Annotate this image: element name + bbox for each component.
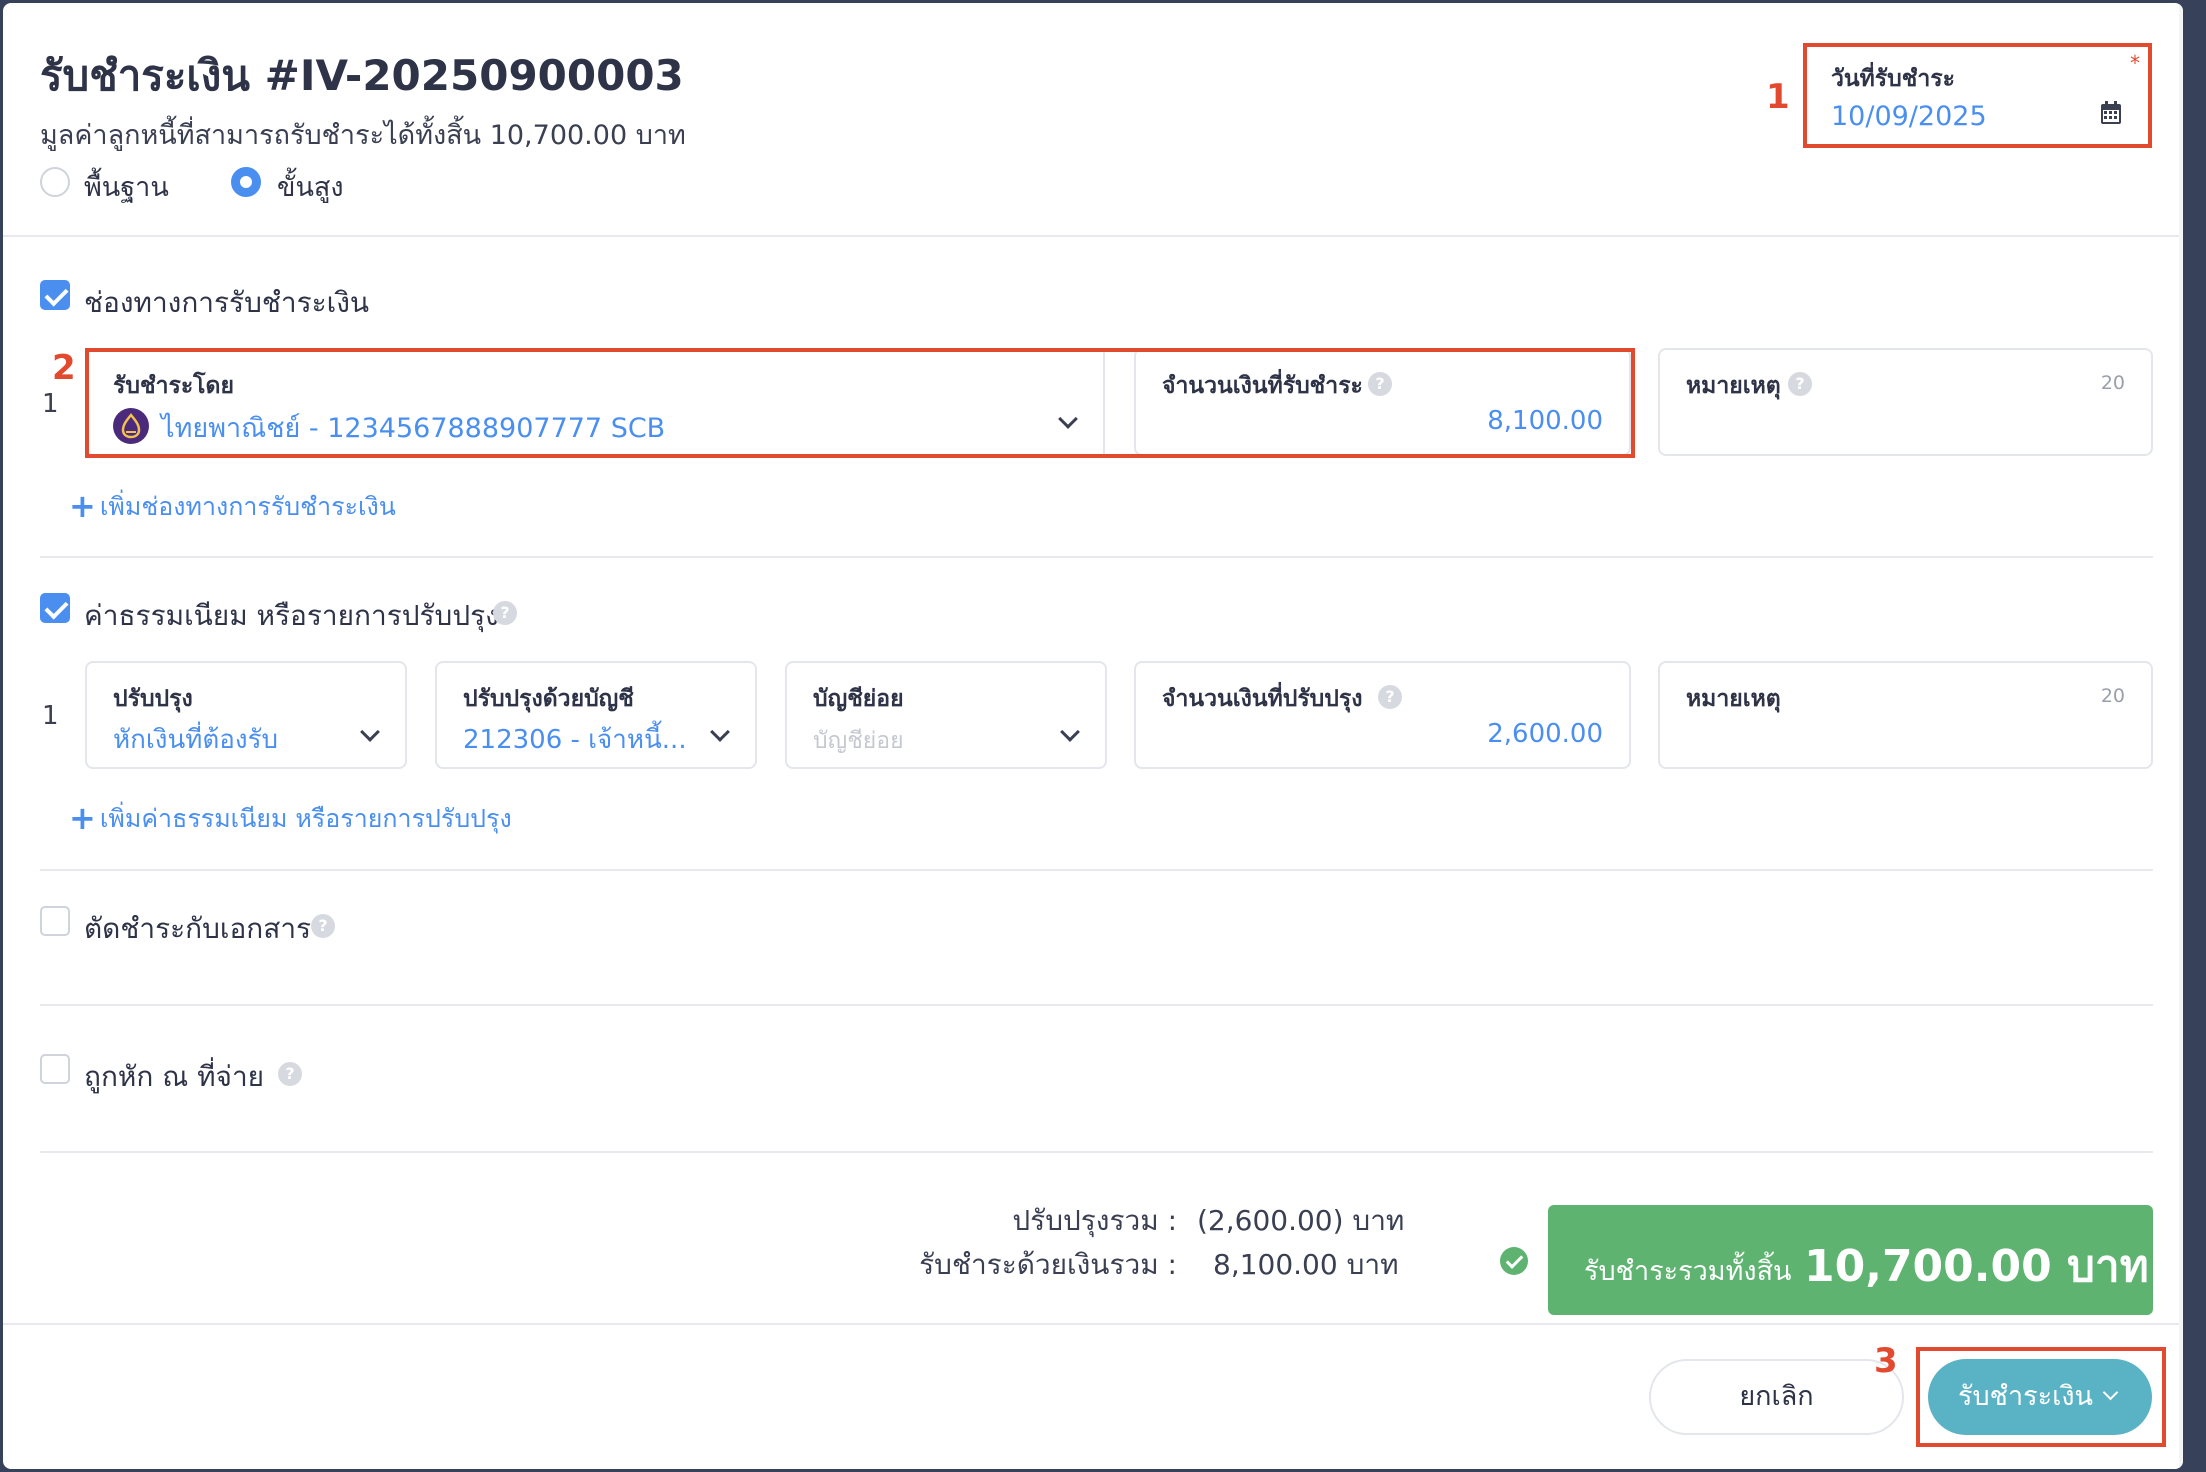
adjustment-amount-label: จำนวนเงินที่ปรับปรุง — [1162, 686, 1363, 712]
adjustment-amount-value: 2,600.00 — [1487, 719, 1603, 749]
cash-total-label: รับชำระด้วยเงินรวม : — [919, 1248, 1177, 1281]
grand-total-value: 10,700.00 บาท — [1804, 1241, 2149, 1292]
radio-advanced[interactable] — [231, 167, 261, 197]
adjustment-account-select[interactable]: ปรับปรุงด้วยบัญชี 212306 - เจ้าหนี้... — [435, 661, 757, 769]
cash-total-value: 8,100.00 บาท — [1213, 1248, 1399, 1281]
radio-basic[interactable] — [40, 167, 70, 197]
char-counter: 20 — [2100, 685, 2125, 707]
chevron-down-icon — [710, 722, 730, 742]
payment-note-field[interactable]: หมายเหตุ ? 20 — [1658, 348, 2153, 456]
footer-divider — [3, 1323, 2179, 1325]
adjustment-type-select[interactable]: ปรับปรุง หักเงินที่ต้องรับ — [85, 661, 407, 769]
submit-payment-label: รับชำระเงิน — [1958, 1381, 2093, 1412]
adjustment-account-value: 212306 - เจ้าหนี้... — [463, 725, 687, 755]
add-adjustment-link[interactable]: + เพิ่มค่าธรรมเนียม หรือรายการปรับปรุง — [69, 799, 512, 839]
submit-payment-button[interactable]: รับชำระเงิน — [1928, 1359, 2152, 1435]
adjustment-note-field[interactable]: หมายเหตุ 20 — [1658, 661, 2153, 769]
required-mark: * — [2130, 51, 2140, 75]
radio-basic-label: พื้นฐาน — [84, 172, 169, 203]
payment-row-index: 1 — [42, 389, 59, 419]
section-divider — [40, 1004, 2153, 1006]
adjustment-note-label: หมายเหตุ — [1686, 686, 1781, 712]
subaccount-label: บัญชีย่อย — [813, 686, 904, 712]
grand-total-box: รับชำระรวมทั้งสิ้น 10,700.00 บาท — [1548, 1205, 2153, 1315]
payment-note-label: หมายเหตุ — [1686, 373, 1781, 399]
radio-advanced-label: ขั้นสูง — [277, 172, 344, 203]
add-payment-channel-label: เพิ่มช่องทางการรับชำระเงิน — [99, 492, 396, 521]
offset-documents-label: ตัดชำระกับเอกสาร — [84, 912, 312, 945]
grand-total-label: รับชำระรวมทั้งสิ้น — [1584, 1256, 1792, 1287]
adjustment-row-index: 1 — [42, 701, 59, 731]
offset-documents-checkbox[interactable] — [40, 906, 70, 936]
help-icon[interactable]: ? — [278, 1062, 302, 1086]
header-divider — [3, 235, 2179, 237]
adjustments-checkbox[interactable] — [40, 593, 70, 623]
adjustment-type-value: หักเงินที่ต้องรับ — [113, 725, 279, 755]
payment-date-value: 10/09/2025 — [1831, 101, 1987, 132]
chevron-down-icon — [360, 722, 380, 742]
scrollbar-track[interactable] — [2179, 3, 2183, 1469]
plus-icon: + — [69, 487, 96, 525]
payment-channels-label: ช่องทางการรับชำระเงิน — [84, 286, 370, 319]
receivable-summary: มูลค่าลูกหนี้ที่สามารถรับชำระได้ทั้งสิ้น… — [40, 120, 686, 151]
subaccount-placeholder: บัญชีย่อย — [813, 728, 904, 754]
adjustment-account-label: ปรับปรุงด้วยบัญชี — [463, 686, 634, 712]
subaccount-select[interactable]: บัญชีย่อย บัญชีย่อย — [785, 661, 1107, 769]
annotation-number-2: 2 — [52, 348, 76, 388]
help-icon[interactable]: ? — [1788, 372, 1812, 396]
annotation-number-1: 1 — [1766, 77, 1790, 117]
page-title: รับชำระเงิน #IV-20250900003 — [40, 51, 684, 100]
cancel-button[interactable]: ยกเลิก — [1649, 1359, 1904, 1435]
help-icon[interactable]: ? — [493, 601, 517, 625]
section-divider — [40, 556, 2153, 558]
withholding-label: ถูกหัก ณ ที่จ่าย — [84, 1060, 265, 1093]
section-divider — [40, 869, 2153, 871]
adjustments-label: ค่าธรรมเนียม หรือรายการปรับปรุง — [84, 599, 499, 632]
char-counter: 20 — [2100, 372, 2125, 394]
payment-date-field[interactable]: วันที่รับชำระ * 10/09/2025 — [1803, 43, 2152, 148]
withholding-checkbox[interactable] — [40, 1054, 70, 1084]
annotation-box-2 — [85, 348, 1635, 458]
add-payment-channel-link[interactable]: + เพิ่มช่องทางการรับชำระเงิน — [69, 487, 396, 527]
payment-channels-checkbox[interactable] — [40, 280, 70, 310]
adjust-total-value: (2,600.00) บาท — [1197, 1204, 1405, 1237]
chevron-down-icon — [2102, 1384, 2119, 1401]
adjustment-type-label: ปรับปรุง — [113, 686, 193, 712]
help-icon[interactable]: ? — [311, 914, 335, 938]
help-icon[interactable]: ? — [1378, 685, 1402, 709]
adjustment-amount-field[interactable]: จำนวนเงินที่ปรับปรุง ? 2,600.00 — [1134, 661, 1631, 769]
calendar-icon[interactable] — [2100, 101, 2122, 129]
adjust-total-label: ปรับปรุงรวม : — [1012, 1204, 1177, 1237]
annotation-number-3: 3 — [1874, 1341, 1898, 1381]
payment-date-label: วันที่รับชำระ — [1831, 66, 1955, 92]
chevron-down-icon — [1060, 722, 1080, 742]
check-circle-icon — [1500, 1247, 1528, 1275]
plus-icon: + — [69, 799, 96, 837]
section-divider — [40, 1151, 2153, 1153]
payment-dialog: รับชำระเงิน #IV-20250900003 มูลค่าลูกหนี… — [3, 3, 2183, 1469]
add-adjustment-label: เพิ่มค่าธรรมเนียม หรือรายการปรับปรุง — [99, 804, 512, 833]
